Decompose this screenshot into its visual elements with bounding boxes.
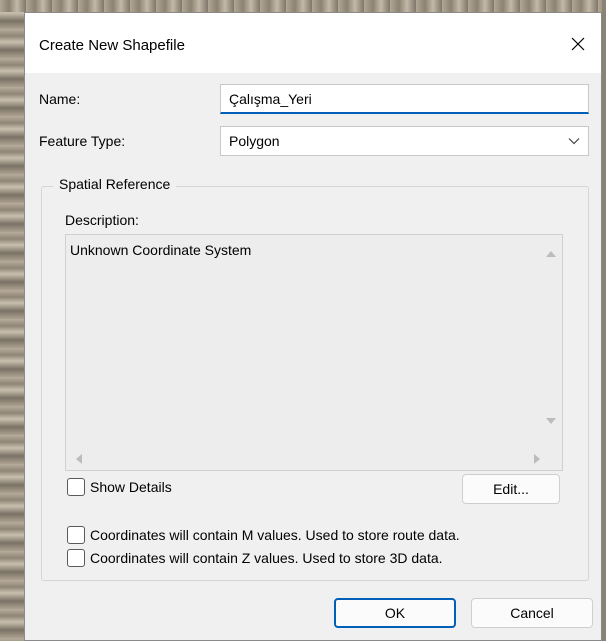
description-text: Unknown Coordinate System [70,242,252,258]
scroll-right-arrow-icon [534,454,540,464]
background-map-imagery [0,0,26,641]
background-edge [602,0,606,641]
ok-button[interactable]: OK [334,598,456,628]
scroll-down-button[interactable] [546,416,556,426]
z-values-row[interactable]: Coordinates will contain Z values. Used … [67,549,443,567]
dialog-titlebar: Create New Shapefile [25,13,601,73]
scroll-right-button[interactable] [532,454,542,464]
cancel-button[interactable]: Cancel [471,598,593,628]
m-values-row[interactable]: Coordinates will contain M values. Used … [67,526,460,544]
scroll-down-arrow-icon [546,418,556,424]
m-values-checkbox[interactable] [67,526,85,544]
show-details-checkbox[interactable] [67,478,85,496]
z-values-checkbox[interactable] [67,549,85,567]
description-label: Description: [65,212,139,228]
scroll-up-arrow-icon [546,251,556,257]
spatial-reference-title: Spatial Reference [53,176,177,192]
dialog-title: Create New Shapefile [39,37,185,54]
description-box[interactable]: Unknown Coordinate System [65,234,563,471]
name-field[interactable] [220,84,589,114]
feature-type-label: Feature Type: [39,133,126,149]
close-button[interactable] [561,27,595,61]
show-details-row[interactable]: Show Details [67,478,172,496]
close-icon [571,37,585,51]
scroll-up-button[interactable] [546,249,556,259]
scroll-left-arrow-icon [76,454,82,464]
scroll-left-button[interactable] [74,454,84,464]
chevron-down-icon [568,138,580,145]
create-shapefile-dialog: Create New Shapefile Name: Feature Type:… [24,12,602,641]
feature-type-value: Polygon [229,133,280,149]
edit-button[interactable]: Edit... [462,474,560,504]
m-values-label: Coordinates will contain M values. Used … [90,527,460,543]
background-map-imagery-top [0,0,606,12]
show-details-label: Show Details [90,479,172,495]
feature-type-select[interactable]: Polygon [220,126,589,156]
name-label: Name: [39,91,81,107]
z-values-label: Coordinates will contain Z values. Used … [90,550,443,566]
